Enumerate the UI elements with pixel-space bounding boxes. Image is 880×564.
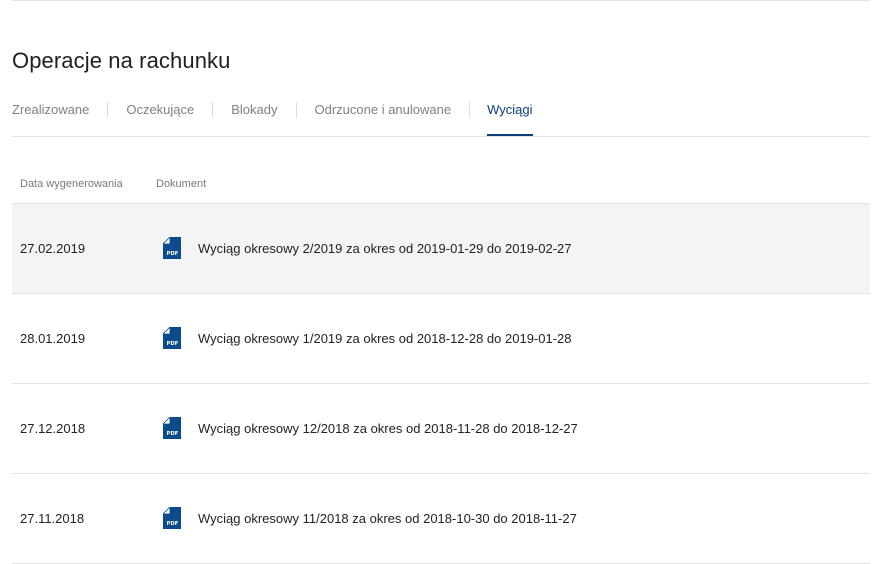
table-row: 28.01.2019 PDF Wyciąg okresowy 1/2019 za… xyxy=(12,294,870,384)
row-date: 27.11.2018 xyxy=(20,511,85,526)
pdf-icon: PDF xyxy=(163,327,181,349)
statement-title: Wyciąg okresowy 2/2019 za okres od 2019-… xyxy=(198,240,572,256)
statements-table: 27.02.2019 PDF Wyciąg okresowy 2/2019 za… xyxy=(12,203,870,564)
column-header-date: Data wygenerowania xyxy=(20,178,123,190)
top-divider xyxy=(12,0,870,1)
tab-oczekujace[interactable]: Oczekujące xyxy=(126,96,194,136)
pdf-icon: PDF xyxy=(163,237,181,259)
pdf-icon: PDF xyxy=(163,417,181,439)
tab-blokady[interactable]: Blokady xyxy=(231,96,277,136)
tab-separator xyxy=(212,102,214,118)
statement-link[interactable]: PDF Wyciąg okresowy 2/2019 za okres od 2… xyxy=(163,237,572,259)
statement-link[interactable]: PDF Wyciąg okresowy 12/2018 za okres od … xyxy=(163,417,578,439)
tab-wyciagi[interactable]: Wyciągi xyxy=(487,96,533,136)
tab-separator xyxy=(295,102,297,118)
statement-link[interactable]: PDF Wyciąg okresowy 11/2018 za okres od … xyxy=(163,507,577,529)
tab-bar: Zrealizowane Oczekujące Blokady Odrzucon… xyxy=(12,96,870,137)
table-row: 27.02.2019 PDF Wyciąg okresowy 2/2019 za… xyxy=(12,204,870,294)
page-title: Operacje na rachunku xyxy=(12,48,231,73)
table-row: 27.12.2018 PDF Wyciąg okresowy 12/2018 z… xyxy=(12,384,870,474)
row-date: 28.01.2019 xyxy=(20,331,86,346)
row-date: 27.12.2018 xyxy=(20,421,86,436)
tab-separator xyxy=(469,102,471,118)
tab-odrzucone-i-anulowane[interactable]: Odrzucone i anulowane xyxy=(315,96,452,136)
pdf-icon: PDF xyxy=(163,507,181,529)
statement-title: Wyciąg okresowy 1/2019 za okres od 2018-… xyxy=(198,330,572,346)
svg-text:PDF: PDF xyxy=(167,251,179,257)
svg-text:PDF: PDF xyxy=(167,431,179,437)
statement-title: Wyciąg okresowy 12/2018 za okres od 2018… xyxy=(198,420,578,436)
statement-title: Wyciąg okresowy 11/2018 za okres od 2018… xyxy=(198,510,577,526)
svg-text:PDF: PDF xyxy=(167,341,179,347)
table-row: 27.11.2018 PDF Wyciąg okresowy 11/2018 z… xyxy=(12,474,870,564)
svg-text:PDF: PDF xyxy=(167,521,179,527)
row-date: 27.02.2019 xyxy=(20,241,86,256)
column-header-document: Dokument xyxy=(156,178,207,190)
tab-zrealizowane[interactable]: Zrealizowane xyxy=(12,96,89,136)
statement-link[interactable]: PDF Wyciąg okresowy 1/2019 za okres od 2… xyxy=(163,327,572,349)
tab-separator xyxy=(107,102,109,118)
